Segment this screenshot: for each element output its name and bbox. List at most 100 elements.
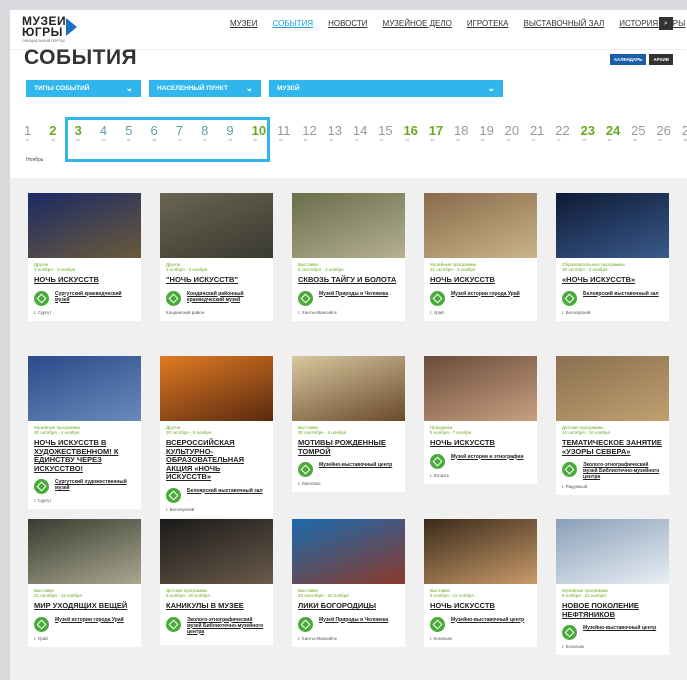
date-item[interactable]: 26 вт — [656, 123, 681, 142]
event-venue[interactable]: Белоярский выставочный зал — [562, 290, 663, 306]
event-venue[interactable]: Эколого-этнографический музей Библиотечн… — [166, 616, 267, 635]
venue-name[interactable]: Музей Природы и Человека — [319, 617, 388, 623]
date-item[interactable]: 3 вс — [75, 123, 100, 142]
date-item[interactable]: 25 пн — [631, 123, 656, 142]
event-title[interactable]: ЛИКИ БОГОРОДИЦЫ — [298, 601, 399, 611]
event-venue[interactable]: Белоярский выставочный зал — [166, 487, 267, 503]
event-venue[interactable]: Сургутский краеведческий музей — [34, 290, 135, 306]
event-card[interactable]: Праздники 5 ноября - 7 ноября НОЧЬ ИСКУССТ… — [424, 356, 537, 484]
venue-name[interactable]: Музейно-выставочный центр — [451, 617, 524, 623]
venue-name[interactable]: Музей истории города Урай — [55, 617, 124, 623]
event-card[interactable]: Выставки 30 сентября - 5 ноября МОТИВЫ РОЖ… — [292, 356, 405, 492]
event-title[interactable]: МОТИВЫ РОЖДЕННЫЕ ТОМРОЙ — [298, 438, 399, 456]
event-venue[interactable]: Музей истории города Урай — [430, 290, 531, 306]
venue-name[interactable]: Музей истории и этнографии — [451, 454, 524, 460]
event-image[interactable] — [292, 519, 405, 584]
date-item[interactable]: 1 пт — [24, 123, 49, 142]
event-title[interactable]: СКВОЗЬ ТАЙГУ И БОЛОТА — [298, 275, 399, 285]
nav-history[interactable]: ИСТОРИЯ ЮГРЫ — [619, 19, 685, 28]
event-card[interactable]: Выставки 20 сентября - 20 ноября ЛИКИ БОГО… — [292, 519, 405, 647]
venue-name[interactable]: Музей Природы и Человека — [319, 291, 388, 297]
locality-dropdown[interactable]: НАСЕЛЕННЫЙ ПУНКТ ⌄ — [149, 80, 261, 97]
event-venue[interactable]: Музей истории города Урай — [34, 616, 135, 632]
event-venue[interactable]: Музейно-выставочный центр — [562, 625, 663, 640]
event-venue[interactable]: Музейно-выставочный центр — [298, 462, 399, 477]
event-title[interactable]: КАНИКУЛЫ В МУЗЕЕ — [166, 601, 267, 611]
venue-name[interactable]: Сургутский художественный музей — [55, 479, 135, 491]
nav-museum-work[interactable]: МУЗЕЙНОЕ ДЕЛО — [383, 19, 452, 28]
date-item[interactable]: 2 сб — [49, 123, 74, 142]
event-image[interactable] — [556, 193, 669, 258]
event-card[interactable]: Образовательные программы 30 октября - 4 … — [556, 193, 669, 321]
event-venue[interactable]: Музей истории и этнографии — [430, 453, 531, 469]
venue-name[interactable]: Эколого-этнографический музей Библиотечн… — [583, 462, 663, 480]
date-item[interactable]: 5 вт — [125, 123, 150, 142]
event-image[interactable] — [424, 519, 537, 584]
date-item[interactable]: 27ср — [682, 123, 687, 142]
date-item[interactable]: 23 сб — [581, 123, 606, 142]
nav-games[interactable]: ИГРОТЕКА — [467, 19, 509, 28]
event-image[interactable] — [292, 356, 405, 421]
date-item[interactable]: 12 вт — [302, 123, 327, 142]
date-item[interactable]: 11 пн — [277, 123, 302, 142]
event-title[interactable]: НОЧЬ ИСКУССТВ — [34, 275, 135, 285]
date-item[interactable]: 10 вс — [252, 123, 277, 142]
date-item[interactable]: 24 вс — [606, 123, 631, 142]
event-image[interactable] — [556, 519, 669, 584]
date-item[interactable]: 4 пн — [100, 123, 125, 142]
event-card[interactable]: Музейные программы 31 октября - 3 ноября Н… — [424, 193, 537, 321]
event-venue[interactable]: Кондинский районный краеведческий музей — [166, 290, 267, 306]
event-title[interactable]: НОЧЬ ИСКУССТВ — [430, 275, 531, 285]
date-item[interactable]: 19 вт — [479, 123, 504, 142]
event-card[interactable]: Другое 3 ноября - 3 ноября "НОЧЬ ИСКУССТВ"… — [160, 193, 273, 321]
date-item[interactable]: 18 пн — [454, 123, 479, 142]
event-image[interactable] — [160, 519, 273, 584]
event-venue[interactable]: Музей Природы и Человека — [298, 290, 399, 306]
event-image[interactable] — [424, 356, 537, 421]
date-item[interactable]: 21 чт — [530, 123, 555, 142]
date-item[interactable]: 8 пт — [201, 123, 226, 142]
event-image[interactable] — [424, 193, 537, 258]
event-image[interactable] — [160, 193, 273, 258]
date-item[interactable]: 16 сб — [403, 123, 428, 142]
date-item[interactable]: 14 чт — [353, 123, 378, 142]
event-card[interactable]: Другое 3 ноября - 3 ноября НОЧЬ ИСКУССТВ Су… — [28, 193, 141, 321]
event-image[interactable] — [160, 356, 273, 421]
event-image[interactable] — [28, 519, 141, 584]
event-card[interactable]: Выставки 8 ноября - 22 ноября НОЧЬ ИСКУССТ… — [424, 519, 537, 647]
venue-name[interactable]: Музейно-выставочный центр — [583, 625, 656, 631]
date-item[interactable]: 7 чт — [176, 123, 201, 142]
venue-name[interactable]: Белоярский выставочный зал — [187, 488, 263, 494]
search-icon[interactable]: ⌕ — [659, 17, 673, 30]
event-title[interactable]: ВСЕРОССИЙСКАЯ КУЛЬТУРНО-ОБРАЗОВАТЕЛЬНАЯ … — [166, 438, 267, 482]
event-type-dropdown[interactable]: ТИПЫ СОБЫТИЙ ⌄ — [26, 80, 141, 97]
event-image[interactable] — [28, 356, 141, 421]
event-venue[interactable]: Музей Природы и Человека — [298, 616, 399, 632]
event-title[interactable]: «НОЧЬ ИСКУССТВ» — [562, 275, 663, 285]
nav-museums[interactable]: МУЗЕИ — [230, 19, 258, 28]
date-item[interactable]: 22 пт — [555, 123, 580, 142]
nav-exhibition-hall[interactable]: ВЫСТАВОЧНЫЙ ЗАЛ — [524, 19, 605, 28]
event-title[interactable]: ТЕМАТИЧЕСКОЕ ЗАНЯТИЕ «УЗОРЫ СЕВЕРА» — [562, 438, 663, 456]
event-venue[interactable]: Эколого-этнографический музей Библиотечн… — [562, 462, 663, 480]
calendar-button[interactable]: КАЛЕНДАРЬ — [610, 54, 647, 65]
event-card[interactable]: Выставки 6 сентября - 3 ноября СКВОЗЬ ТАЙГ… — [292, 193, 405, 321]
event-card[interactable]: Выставки 21 октября - 19 ноября МИР УХОДЯЩ… — [28, 519, 141, 647]
event-image[interactable] — [556, 356, 669, 421]
date-item[interactable]: 6 ср — [150, 123, 175, 142]
archive-button[interactable]: АРХИВ — [649, 54, 673, 65]
venue-name[interactable]: Музей истории города Урай — [451, 291, 520, 297]
event-image[interactable] — [28, 193, 141, 258]
event-card[interactable]: Музейные программы 8 ноября - 22 ноября НО… — [556, 519, 669, 655]
venue-name[interactable]: Сургутский краеведческий музей — [55, 291, 135, 303]
event-card[interactable]: Детские программы 6 ноября - 20 ноября КАН… — [160, 519, 273, 645]
venue-name[interactable]: Музейно-выставочный центр — [319, 462, 392, 468]
event-title[interactable]: НОЧЬ ИСКУССТВ В ХУДОЖЕСТВЕННОМ! К ЕДИНСТ… — [34, 438, 135, 473]
venue-name[interactable]: Белоярский выставочный зал — [583, 291, 659, 297]
event-title[interactable]: НОЧЬ ИСКУССТВ — [430, 601, 531, 611]
date-item[interactable]: 17 вс — [429, 123, 454, 142]
event-title[interactable]: НОЧЬ ИСКУССТВ — [430, 438, 531, 448]
date-item[interactable]: 15 пт — [378, 123, 403, 142]
venue-name[interactable]: Кондинский районный краеведческий музей — [187, 291, 267, 303]
event-image[interactable] — [292, 193, 405, 258]
